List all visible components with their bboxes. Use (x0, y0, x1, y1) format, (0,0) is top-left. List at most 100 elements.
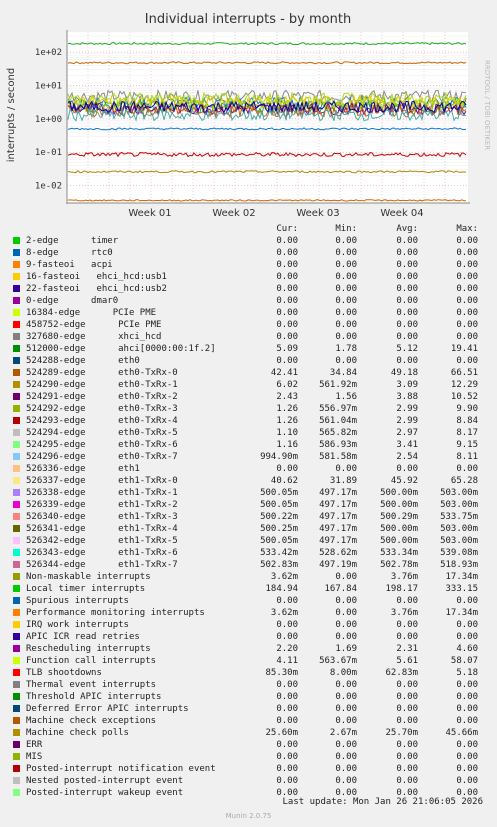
legend-row: ERR 0.00 0.00 0.00 0.00 (0, 739, 497, 751)
legend-table: Cur: Min: Avg: Max: 2-edge timer 0.00 0.00… (0, 223, 497, 799)
x-tick-label: Week 03 (296, 208, 339, 219)
legend-swatch (13, 285, 20, 292)
legend-max: 333.15 (445, 584, 478, 594)
legend-swatch (13, 417, 20, 424)
legend-min: 0.00 (335, 752, 357, 762)
legend-label: 22-fasteoi ehci_hcd:usb2 (26, 284, 167, 294)
legend-row: 526337-edge eth1-TxRx-0 40.62 31.89 45.92 65… (0, 475, 497, 487)
legend-swatch (13, 405, 20, 412)
legend-max: 0.00 (456, 464, 478, 474)
legend-max: 0.00 (456, 308, 478, 318)
legend-max: 66.51 (450, 368, 478, 378)
legend-row: Local timer interrupts 184.94 167.84 198.17… (0, 583, 497, 595)
legend-max: 0.00 (456, 692, 478, 702)
legend-min: 556.97m (319, 404, 357, 414)
legend-swatch (13, 753, 20, 760)
legend-row: 524293-edge eth0-TxRx-4 1.26 561.04m 2.99 8.… (0, 415, 497, 427)
legend-row: 512000-edge ahci[0000:00:1f.2] 5.09 1.78 5.… (0, 343, 497, 355)
legend-row: 9-fasteoi acpi 0.00 0.00 0.00 0.00 (0, 259, 497, 271)
legend-swatch (13, 633, 20, 640)
legend-swatch (13, 273, 20, 280)
legend-min: 0.00 (335, 620, 357, 630)
legend-max: 8.17 (456, 428, 478, 438)
legend-label: Function call interrupts (26, 656, 157, 666)
legend-max: 503.00m (440, 500, 478, 510)
legend-min: 561.92m (319, 380, 357, 390)
legend-swatch (13, 321, 20, 328)
legend-row: Performance monitoring interrupts 3.62m 0.… (0, 607, 497, 619)
legend-min: 0.00 (335, 776, 357, 786)
legend-swatch (13, 561, 20, 568)
legend-min: 586.93m (319, 440, 357, 450)
legend-label: 524295-edge eth0-TxRx-6 (26, 440, 178, 450)
legend-min: 563.67m (319, 656, 357, 666)
legend-row: 526341-edge eth1-TxRx-4 500.25m 497.17m 500… (0, 523, 497, 535)
legend-max: 8.11 (456, 452, 478, 462)
legend-swatch (13, 597, 20, 604)
legend-label: 526344-edge eth1-TxRx-7 (26, 560, 178, 570)
legend-label: IRQ work interrupts (26, 620, 129, 630)
legend-max: 9.15 (456, 440, 478, 450)
legend-label: 526340-edge eth1-TxRx-3 (26, 512, 178, 522)
legend-row: 526344-edge eth1-TxRx-7 502.83m 497.19m 502… (0, 559, 497, 571)
legend-row: 526343-edge eth1-TxRx-6 533.42m 528.62m 533… (0, 547, 497, 559)
legend-label: 327680-edge xhci_hcd (26, 332, 162, 342)
last-update: Last update: Mon Jan 26 21:06:05 2026 (282, 797, 483, 807)
legend-row: 458752-edge PCIe PME 0.00 0.00 0.00 0.00 (0, 319, 497, 331)
legend-label: 458752-edge PCIe PME (26, 320, 162, 330)
legend-row: APIC ICR read retries 0.00 0.00 0.00 0.00 (0, 631, 497, 643)
legend-min: 561.04m (319, 416, 357, 426)
legend-label: Posted-interrupt wakeup event (26, 788, 184, 798)
legend-swatch (13, 309, 20, 316)
legend-label: Machine check polls (26, 728, 129, 738)
legend-min: 497.17m (319, 512, 357, 522)
legend-min: 0.00 (335, 704, 357, 714)
legend-label: Thermal event interrupts (26, 680, 157, 690)
legend-min: 0.00 (335, 320, 357, 330)
legend-min: 8.00m (329, 668, 357, 678)
legend-label: 526343-edge eth1-TxRx-6 (26, 548, 178, 558)
legend-min: 1.56 (335, 392, 357, 402)
legend-row: 0-edge dmar0 0.00 0.00 0.00 0.00 (0, 295, 497, 307)
legend-label: Local timer interrupts (26, 584, 146, 594)
legend-swatch (13, 777, 20, 784)
legend-swatch (13, 369, 20, 376)
legend-min: 0.00 (335, 596, 357, 606)
legend-max: 0.00 (456, 356, 478, 366)
legend-min: 0.00 (335, 356, 357, 366)
legend-swatch (13, 249, 20, 256)
legend-label: Spurious interrupts (26, 596, 129, 606)
legend-min: 1.69 (335, 644, 357, 654)
legend-min: 0.00 (335, 608, 357, 618)
col-min: Min: (335, 224, 357, 234)
legend-row: 526339-edge eth1-TxRx-2 500.05m 497.17m 500… (0, 499, 497, 511)
legend-header: Cur: Min: Avg: Max: (0, 223, 497, 235)
legend-max: 19.41 (450, 344, 478, 354)
legend-swatch (13, 549, 20, 556)
legend-min: 0.00 (335, 740, 357, 750)
y-tick-label: 1e-01 (35, 148, 62, 158)
legend-row: 22-fasteoi ehci_hcd:usb2 0.00 0.00 0.00 0.00 (0, 283, 497, 295)
legend-swatch (13, 477, 20, 484)
legend-swatch (13, 441, 20, 448)
legend-label: 526339-edge eth1-TxRx-2 (26, 500, 178, 510)
legend-min: 0.00 (335, 572, 357, 582)
legend-max: 518.93m (440, 560, 478, 570)
legend-min: 0.00 (335, 716, 357, 726)
x-tick-label: Week 02 (212, 208, 255, 219)
legend-max: 45.66m (445, 728, 478, 738)
legend-label: 9-fasteoi acpi (26, 260, 113, 270)
legend-max: 0.00 (456, 620, 478, 630)
legend-row: Non-maskable interrupts 3.62m 0.00 3.76m 17.… (0, 571, 497, 583)
legend-min: 0.00 (335, 308, 357, 318)
legend-max: 0.00 (456, 596, 478, 606)
legend-min: 1.78 (335, 344, 357, 354)
legend-row: 524289-edge eth0-TxRx-0 42.41 34.84 49.18 66… (0, 367, 497, 379)
legend-min: 0.00 (335, 296, 357, 306)
legend-max: 533.75m (440, 512, 478, 522)
legend-swatch (13, 573, 20, 580)
legend-max: 0.00 (456, 248, 478, 258)
legend-max: 65.28 (450, 476, 478, 486)
legend-row: Machine check exceptions 0.00 0.00 0.00 0.00 (0, 715, 497, 727)
legend-max: 0.00 (456, 632, 478, 642)
